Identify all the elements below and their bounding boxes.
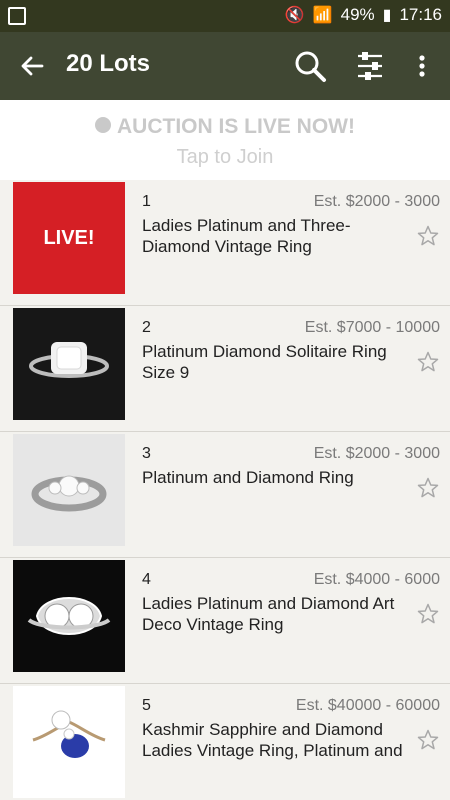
favorite-star-icon[interactable] — [416, 602, 440, 626]
lot-number: 1 — [142, 193, 151, 210]
favorite-star-icon[interactable] — [416, 350, 440, 374]
favorite-star-icon[interactable] — [416, 224, 440, 248]
lot-title: Kashmir Sapphire and Diamond Ladies Vint… — [142, 720, 403, 760]
search-icon[interactable] — [292, 48, 328, 84]
lot-number: 2 — [142, 319, 151, 336]
ring-image-icon — [31, 475, 107, 512]
lot-thumbnail — [13, 434, 125, 546]
lot-title: Ladies Platinum and Three-Diamond Vintag… — [142, 216, 351, 256]
lot-number: 5 — [142, 697, 151, 714]
battery-percent: 49% — [340, 5, 375, 24]
lot-row[interactable]: 4 Est. $4000 - 6000 Ladies Platinum and … — [0, 558, 450, 684]
filter-icon[interactable] — [352, 48, 388, 84]
lot-estimate: Est. $2000 - 3000 — [313, 193, 440, 210]
lot-row[interactable]: 2 Est. $7000 - 10000 Platinum Diamond So… — [0, 306, 450, 432]
lot-estimate: Est. $4000 - 6000 — [313, 571, 440, 588]
lot-title: Platinum Diamond Solitaire Ring Size 9 — [142, 342, 387, 382]
lot-row[interactable]: 3 Est. $2000 - 3000 Platinum and Diamond… — [0, 432, 450, 558]
lot-estimate: Est. $40000 - 60000 — [295, 697, 440, 714]
favorite-star-icon[interactable] — [416, 728, 440, 752]
lot-list[interactable]: LIVE! 1 Est. $2000 - 3000 Ladies Platinu… — [0, 180, 450, 800]
gallery-icon — [8, 7, 26, 25]
lot-row[interactable]: 5 Est. $40000 - 60000 Kashmir Sapphire a… — [0, 684, 450, 800]
status-indicators: 🔇 📶 49% ▮ 17:16 — [285, 5, 442, 25]
lot-row[interactable]: LIVE! 1 Est. $2000 - 3000 Ladies Platinu… — [0, 180, 450, 306]
lot-number: 4 — [142, 571, 151, 588]
clock: 17:16 — [399, 5, 442, 24]
lot-estimate: Est. $2000 - 3000 — [313, 445, 440, 462]
back-arrow-icon[interactable] — [18, 48, 46, 84]
wifi-icon: 📶 — [312, 7, 333, 24]
live-headline: AUCTION IS LIVE NOW! — [0, 115, 450, 139]
ring-image-icon — [32, 710, 106, 758]
lot-thumbnail — [13, 308, 125, 420]
live-badge: LIVE! — [43, 226, 95, 249]
ring-image-icon — [27, 597, 111, 635]
overflow-menu-icon[interactable] — [410, 48, 434, 84]
app-toolbar: 20 Lots — [0, 32, 450, 100]
lot-thumbnail — [13, 560, 125, 672]
page-title: 20 Lots — [66, 50, 151, 77]
lot-number: 3 — [142, 445, 151, 462]
live-dot-icon — [95, 117, 111, 134]
live-auction-banner[interactable]: AUCTION IS LIVE NOW! Tap to Join — [0, 100, 450, 180]
lot-title: Ladies Platinum and Diamond Art Deco Vin… — [142, 594, 395, 634]
headline-text: AUCTION IS LIVE NOW! — [117, 115, 355, 138]
lot-estimate: Est. $7000 - 10000 — [304, 319, 440, 336]
status-bar: 🔇 📶 49% ▮ 17:16 — [0, 0, 450, 32]
lot-thumbnail — [13, 686, 125, 798]
lot-thumbnail: LIVE! — [13, 182, 125, 294]
favorite-star-icon[interactable] — [416, 476, 440, 500]
ring-image-icon — [29, 342, 109, 378]
mute-icon: 🔇 — [284, 7, 305, 24]
battery-icon: ▮ — [382, 7, 392, 24]
join-prompt: Tap to Join — [176, 146, 274, 168]
lot-title: Platinum and Diamond Ring — [142, 468, 354, 487]
